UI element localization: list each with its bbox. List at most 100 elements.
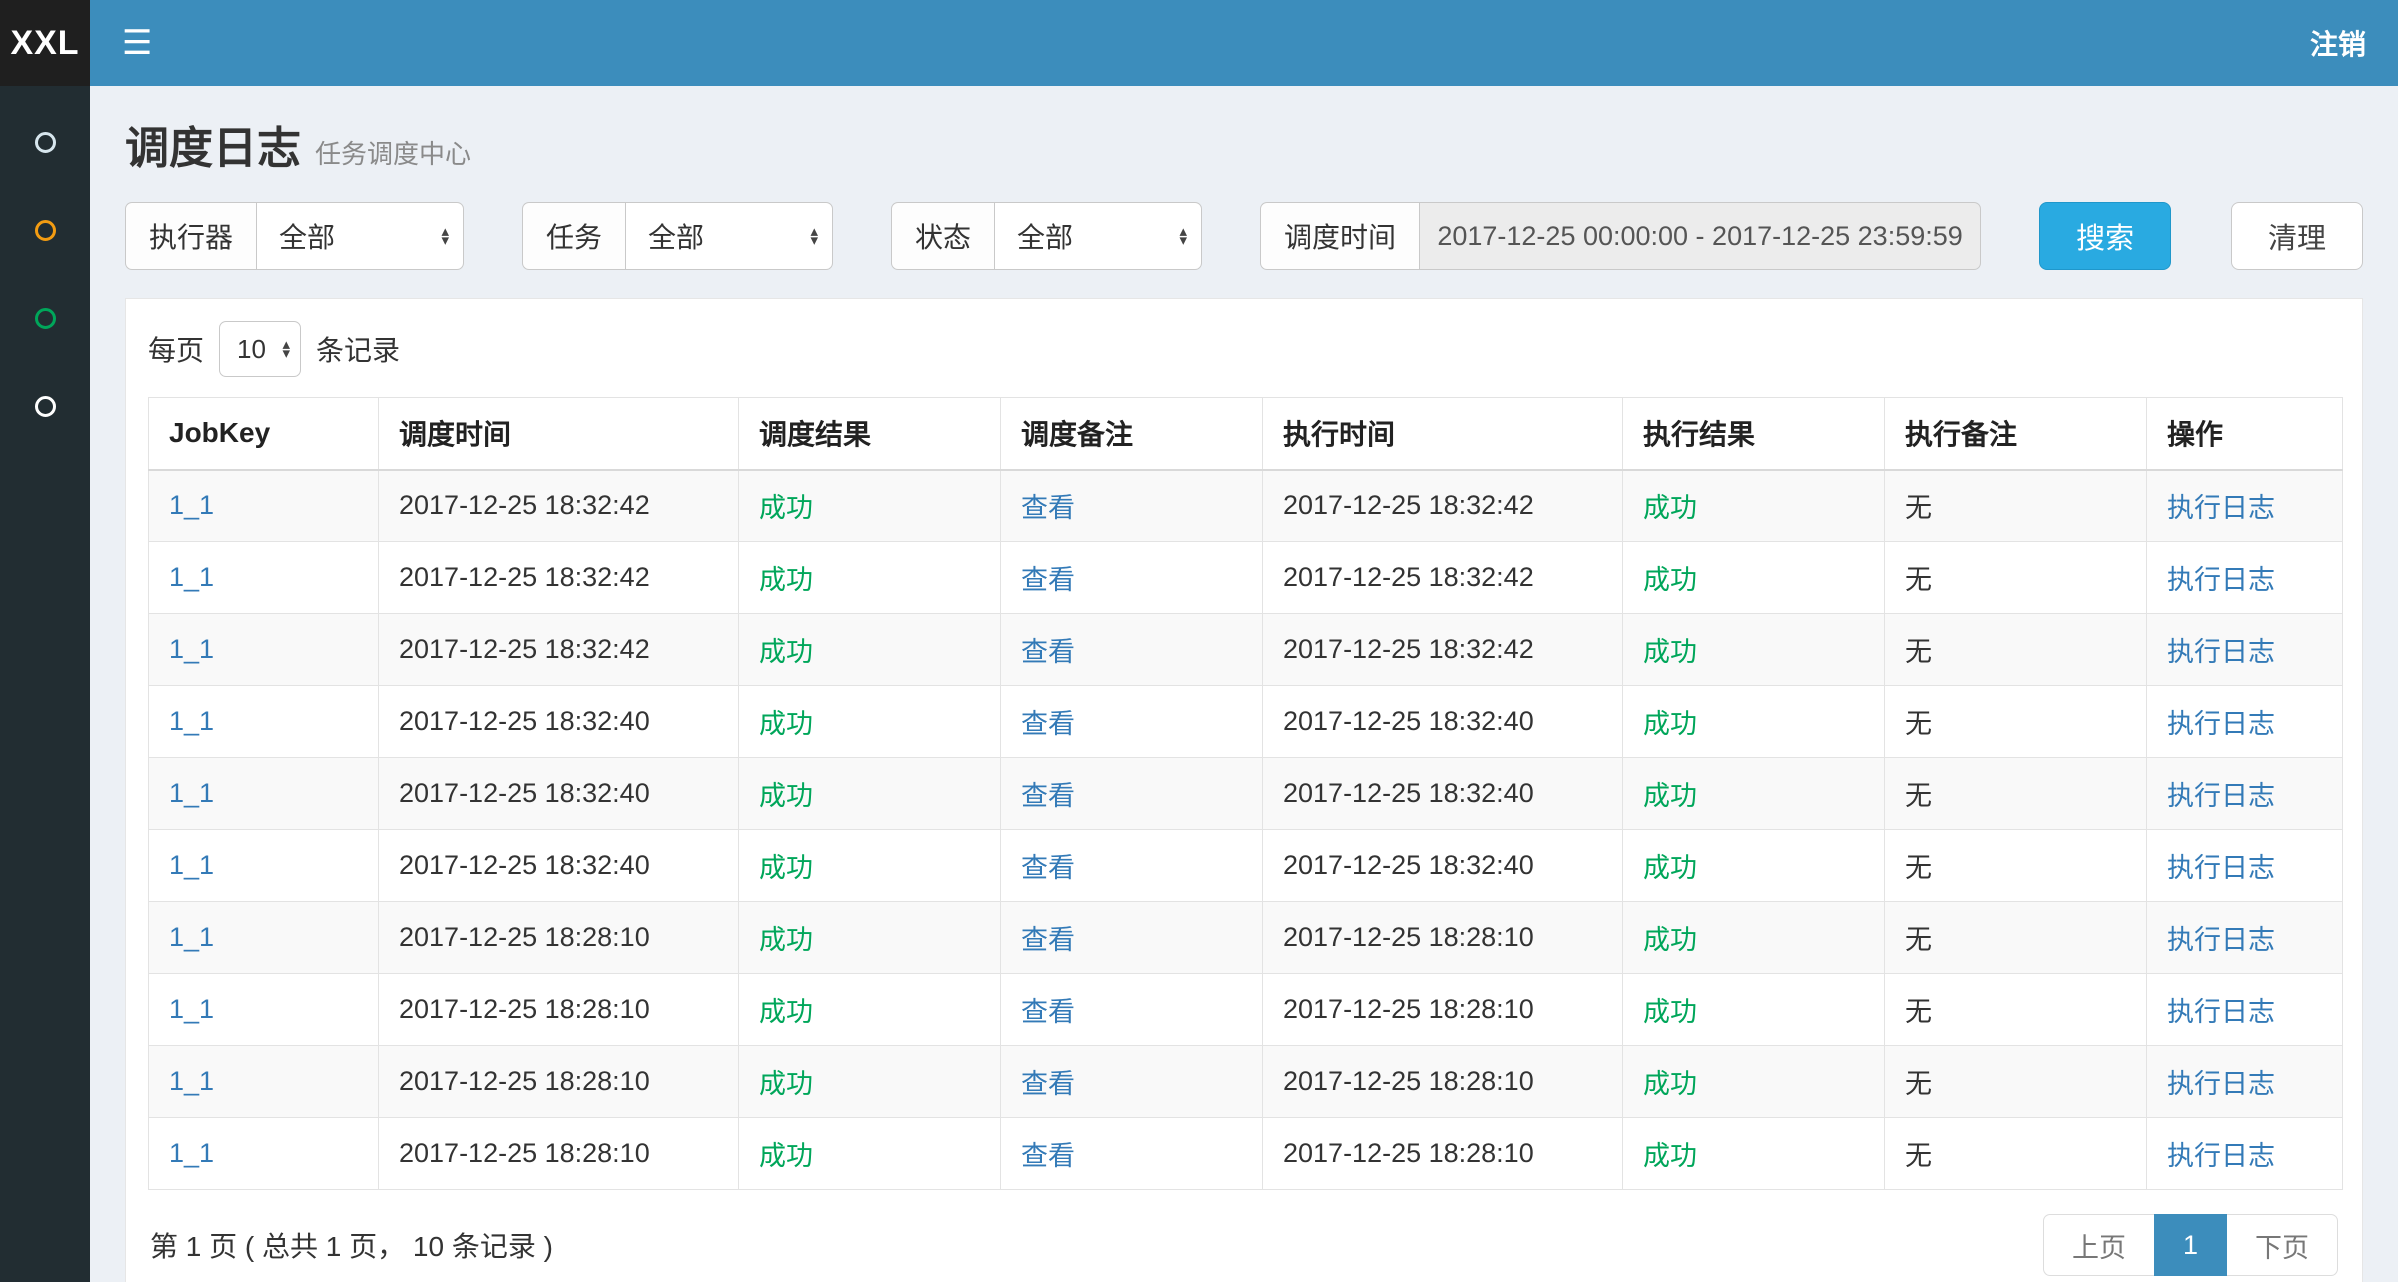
page-size-value: 10 [237,334,266,365]
jobkey-link[interactable]: 1_1 [169,634,214,664]
trigger-time-cell: 2017-12-25 18:32:40 [379,758,739,830]
time-filter-group: 调度时间 2017-12-25 00:00:00 - 2017-12-25 23… [1260,202,1981,270]
execution-log-link[interactable]: 执行日志 [2167,853,2275,883]
handle-msg-cell: 无 [1885,1046,2147,1118]
handle-result-cell: 成功 [1623,974,1885,1046]
trigger-msg-link[interactable]: 查看 [1021,925,1075,955]
content-area: 调度日志 任务调度中心 执行器 全部 ▴▾ 任务 全部 ▴▾ [90,86,2398,1282]
execution-log-link[interactable]: 执行日志 [2167,709,2275,739]
jobkey-link[interactable]: 1_1 [169,1138,214,1168]
filter-row: 执行器 全部 ▴▾ 任务 全部 ▴▾ 状态 全部 [125,202,2363,270]
trigger-msg-link[interactable]: 查看 [1021,1069,1075,1099]
prev-page-button[interactable]: 上页 [2043,1214,2155,1276]
column-header-handle-result: 执行结果 [1623,398,1885,470]
handle-time-cell: 2017-12-25 18:32:40 [1263,758,1623,830]
search-button[interactable]: 搜索 [2039,202,2171,270]
execution-log-link[interactable]: 执行日志 [2167,637,2275,667]
select-arrows-icon: ▴▾ [811,227,819,246]
execution-log-link[interactable]: 执行日志 [2167,565,2275,595]
handle-time-cell: 2017-12-25 18:32:40 [1263,830,1623,902]
handle-time-cell: 2017-12-25 18:32:40 [1263,686,1623,758]
log-table-header: JobKey 调度时间 调度结果 调度备注 执行时间 执行结果 执行备注 操作 [149,398,2343,470]
execution-log-link[interactable]: 执行日志 [2167,781,2275,811]
trigger-msg-link[interactable]: 查看 [1021,781,1075,811]
handle-msg-cell: 无 [1885,1118,2147,1190]
table-row: 1_1 2017-12-25 18:32:40 成功 查看 2017-12-25… [149,830,2343,902]
logout-link[interactable]: 注销 [2310,23,2366,63]
jobkey-link[interactable]: 1_1 [169,778,214,808]
table-footer: 第 1 页 ( 总共 1 页， 10 条记录 ) 上页 1 下页 [148,1190,2340,1282]
log-panel: 每页 10 ▴▾ 条记录 JobKey 调度时间 [125,298,2363,1282]
execution-log-link[interactable]: 执行日志 [2167,493,2275,523]
handle-result-cell: 成功 [1623,758,1885,830]
table-row: 1_1 2017-12-25 18:32:40 成功 查看 2017-12-25… [149,686,2343,758]
jobkey-link[interactable]: 1_1 [169,490,214,520]
column-header-jobkey: JobKey [149,398,379,470]
logo[interactable]: XXL [0,0,90,86]
status-filter-group: 状态 全部 ▴▾ [891,202,1202,270]
jobkey-link[interactable]: 1_1 [169,922,214,952]
circle-outline-icon [35,396,56,417]
trigger-result-cell: 成功 [739,542,1001,614]
trigger-msg-link[interactable]: 查看 [1021,565,1075,595]
execution-log-link[interactable]: 执行日志 [2167,1069,2275,1099]
handle-msg-cell: 无 [1885,758,2147,830]
trigger-msg-link[interactable]: 查看 [1021,997,1075,1027]
next-page-button[interactable]: 下页 [2226,1214,2338,1276]
job-filter-group: 任务 全部 ▴▾ [522,202,833,270]
handle-time-cell: 2017-12-25 18:28:10 [1263,902,1623,974]
executor-select[interactable]: 全部 ▴▾ [256,202,464,270]
status-select[interactable]: 全部 ▴▾ [994,202,1202,270]
select-arrows-icon: ▴▾ [282,340,290,359]
page-subtitle: 任务调度中心 [315,134,471,171]
execution-log-link[interactable]: 执行日志 [2167,997,2275,1027]
page-title: 调度日志 [125,112,301,176]
handle-time-cell: 2017-12-25 18:28:10 [1263,974,1623,1046]
trigger-result-cell: 成功 [739,686,1001,758]
trigger-msg-link[interactable]: 查看 [1021,1141,1075,1171]
trigger-time-cell: 2017-12-25 18:32:42 [379,470,739,542]
clear-button[interactable]: 清理 [2231,202,2363,270]
jobkey-link[interactable]: 1_1 [169,706,214,736]
jobkey-link[interactable]: 1_1 [169,850,214,880]
page-1-button[interactable]: 1 [2154,1214,2227,1276]
jobkey-link[interactable]: 1_1 [169,1066,214,1096]
sidebar-item-4[interactable] [0,362,90,450]
trigger-result-cell: 成功 [739,614,1001,686]
trigger-time-cell: 2017-12-25 18:28:10 [379,974,739,1046]
circle-outline-icon [35,220,56,241]
handle-result-cell: 成功 [1623,902,1885,974]
circle-outline-icon [35,308,56,329]
sidebar-item-1[interactable] [0,98,90,186]
handle-result-cell: 成功 [1623,470,1885,542]
column-header-action: 操作 [2147,398,2343,470]
trigger-time-cell: 2017-12-25 18:32:40 [379,686,739,758]
hamburger-menu-icon[interactable]: ☰ [122,26,152,60]
handle-time-cell: 2017-12-25 18:28:10 [1263,1118,1623,1190]
sidebar [0,86,90,1282]
navbar-bar: ☰ 注销 [90,0,2398,86]
sidebar-item-3[interactable] [0,274,90,362]
time-range-input[interactable]: 2017-12-25 00:00:00 - 2017-12-25 23:59:5… [1419,202,1981,270]
execution-log-link[interactable]: 执行日志 [2167,1141,2275,1171]
sidebar-item-2[interactable] [0,186,90,274]
select-arrows-icon: ▴▾ [1180,227,1188,246]
handle-time-cell: 2017-12-25 18:32:42 [1263,470,1623,542]
pagination-info: 第 1 页 ( 总共 1 页， 10 条记录 ) [150,1225,553,1265]
trigger-msg-link[interactable]: 查看 [1021,637,1075,667]
job-select[interactable]: 全部 ▴▾ [625,202,833,270]
execution-log-link[interactable]: 执行日志 [2167,925,2275,955]
trigger-msg-link[interactable]: 查看 [1021,493,1075,523]
status-select-value: 全部 [1017,216,1073,256]
handle-result-cell: 成功 [1623,1046,1885,1118]
trigger-time-cell: 2017-12-25 18:32:42 [379,542,739,614]
jobkey-link[interactable]: 1_1 [169,994,214,1024]
trigger-msg-link[interactable]: 查看 [1021,709,1075,739]
page-size-select[interactable]: 10 ▴▾ [219,321,301,377]
table-row: 1_1 2017-12-25 18:28:10 成功 查看 2017-12-25… [149,902,2343,974]
jobkey-link[interactable]: 1_1 [169,562,214,592]
column-header-handle-time: 执行时间 [1263,398,1623,470]
trigger-time-cell: 2017-12-25 18:28:10 [379,1118,739,1190]
page-header: 调度日志 任务调度中心 [125,112,2363,176]
trigger-msg-link[interactable]: 查看 [1021,853,1075,883]
